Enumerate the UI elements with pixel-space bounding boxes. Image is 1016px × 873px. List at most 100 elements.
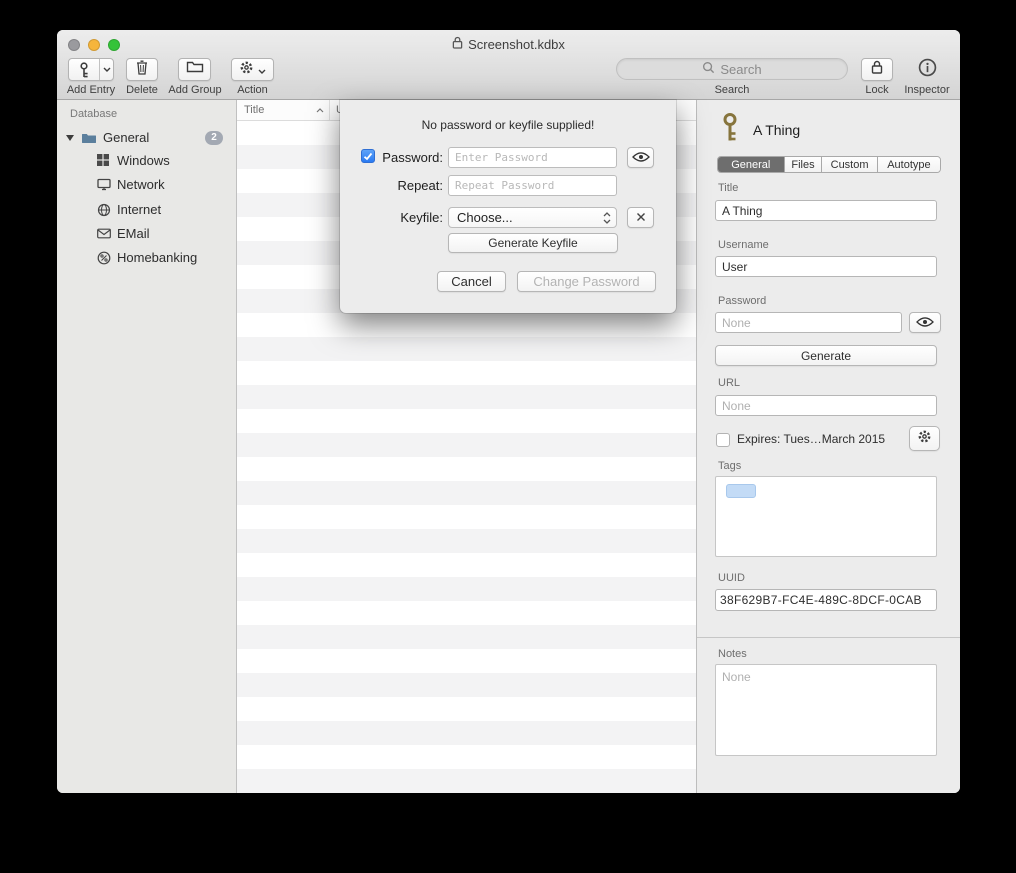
sort-ascending-icon — [316, 104, 324, 116]
repeat-password-input[interactable] — [448, 175, 617, 196]
chevron-down-icon[interactable] — [100, 59, 113, 80]
sidebar-section-header: Database — [70, 108, 117, 120]
password-label: Password: — [376, 150, 443, 165]
search-placeholder: Search — [720, 62, 761, 77]
username-field[interactable] — [715, 256, 937, 277]
clear-keyfile-button[interactable] — [627, 207, 654, 228]
envelope-icon — [97, 227, 111, 241]
eye-icon — [632, 149, 650, 167]
tag-token[interactable] — [726, 484, 756, 498]
reveal-password-button[interactable] — [909, 312, 941, 333]
tags-field-label: Tags — [718, 460, 741, 472]
checkmark-icon — [363, 152, 373, 161]
chevron-down-icon — [258, 61, 266, 79]
column-header-title[interactable]: Title — [237, 100, 330, 120]
document-lock-icon — [452, 36, 463, 52]
expires-checkbox[interactable] — [716, 433, 730, 447]
tab-general[interactable]: General — [718, 157, 785, 172]
tab-files[interactable]: Files — [785, 157, 823, 172]
gear-icon — [917, 429, 932, 449]
add-entry-label: Add Entry — [63, 84, 119, 96]
uuid-field-label: UUID — [718, 572, 745, 584]
folder-icon — [81, 132, 97, 147]
lock-button[interactable] — [861, 58, 893, 81]
window-header: Screenshot.kdbx — [57, 30, 960, 100]
window-title-bar: Screenshot.kdbx — [57, 36, 960, 52]
change-password-button[interactable]: Change Password — [517, 271, 656, 292]
tab-custom[interactable]: Custom — [822, 157, 878, 172]
globe-icon — [97, 203, 111, 217]
sidebar-item-label: Internet — [117, 202, 161, 217]
uuid-field[interactable] — [715, 589, 937, 611]
add-group-button[interactable] — [178, 58, 211, 81]
expires-label: Expires: Tues…March 2015 — [737, 432, 885, 446]
eye-icon — [916, 314, 934, 332]
sidebar-item-network[interactable]: Network — [57, 173, 236, 197]
cancel-button[interactable]: Cancel — [437, 271, 506, 292]
delete-button[interactable] — [126, 58, 158, 81]
generate-password-button[interactable]: Generate — [715, 345, 937, 366]
dialog-message: No password or keyfile supplied! — [340, 118, 676, 132]
entry-header: A Thing — [720, 112, 800, 147]
sidebar-item-label: Homebanking — [117, 250, 197, 265]
sidebar-item-general[interactable]: General 2 — [57, 126, 236, 150]
password-input[interactable] — [448, 147, 617, 168]
app-window: Screenshot.kdbx — [57, 30, 960, 793]
key-icon — [69, 59, 99, 80]
trash-icon — [136, 60, 148, 80]
inspector-tabs: General Files Custom Autotype — [717, 156, 941, 173]
window-title: Screenshot.kdbx — [468, 37, 565, 52]
change-password-dialog: No password or keyfile supplied! Passwor… — [340, 100, 676, 313]
expires-settings-button[interactable] — [909, 426, 940, 451]
inspector-toggle-button[interactable] — [915, 58, 939, 81]
action-label: Action — [231, 84, 274, 96]
inspector-panel: A Thing General Files Custom Autotype Ti… — [696, 100, 960, 793]
close-x-icon — [636, 209, 646, 227]
stepper-icon — [603, 212, 611, 227]
notes-field-label: Notes — [718, 648, 747, 660]
add-entry-button[interactable] — [68, 58, 114, 81]
sidebar-item-label: EMail — [117, 226, 150, 241]
entry-title: A Thing — [753, 122, 800, 138]
title-field[interactable] — [715, 200, 937, 221]
sidebar-item-label: Network — [117, 177, 165, 192]
sidebar: Database General 2 Windows Network — [57, 100, 237, 793]
disclosure-triangle-icon[interactable] — [66, 135, 74, 141]
info-icon — [918, 58, 937, 82]
password-field[interactable] — [715, 312, 902, 333]
title-field-label: Title — [718, 182, 738, 194]
count-badge: 2 — [205, 131, 223, 145]
folder-group-icon — [186, 60, 204, 79]
keyfile-dropdown-value: Choose... — [457, 210, 513, 225]
username-field-label: Username — [718, 239, 769, 251]
percent-coin-icon — [97, 251, 111, 265]
tags-field[interactable] — [715, 476, 937, 557]
generate-keyfile-button[interactable]: Generate Keyfile — [448, 233, 618, 253]
keyfile-label: Keyfile: — [376, 210, 443, 225]
search-input[interactable]: Search — [616, 58, 848, 80]
add-group-label: Add Group — [163, 84, 227, 96]
search-icon — [702, 61, 715, 77]
password-enabled-checkbox[interactable] — [361, 149, 375, 163]
column-header-label: Title — [244, 104, 264, 116]
reveal-password-button[interactable] — [627, 147, 654, 168]
windows-icon — [97, 154, 111, 168]
key-icon — [720, 112, 740, 147]
url-field[interactable] — [715, 395, 937, 416]
lock-label: Lock — [857, 84, 897, 96]
url-field-label: URL — [718, 377, 740, 389]
password-field-label: Password — [718, 295, 766, 307]
sidebar-item-label: Windows — [117, 153, 170, 168]
sidebar-item-email[interactable]: EMail — [57, 222, 236, 246]
inspector-label: Inspector — [897, 84, 957, 96]
lock-icon — [871, 60, 883, 79]
sidebar-item-windows[interactable]: Windows — [57, 149, 236, 173]
notes-field[interactable] — [715, 664, 937, 756]
sidebar-item-internet[interactable]: Internet — [57, 198, 236, 222]
sidebar-item-label: General — [103, 130, 149, 145]
keyfile-dropdown[interactable]: Choose... — [448, 207, 617, 228]
sidebar-item-homebanking[interactable]: Homebanking — [57, 246, 236, 270]
tab-autotype[interactable]: Autotype — [878, 157, 940, 172]
divider — [697, 637, 960, 638]
action-button[interactable] — [231, 58, 274, 81]
